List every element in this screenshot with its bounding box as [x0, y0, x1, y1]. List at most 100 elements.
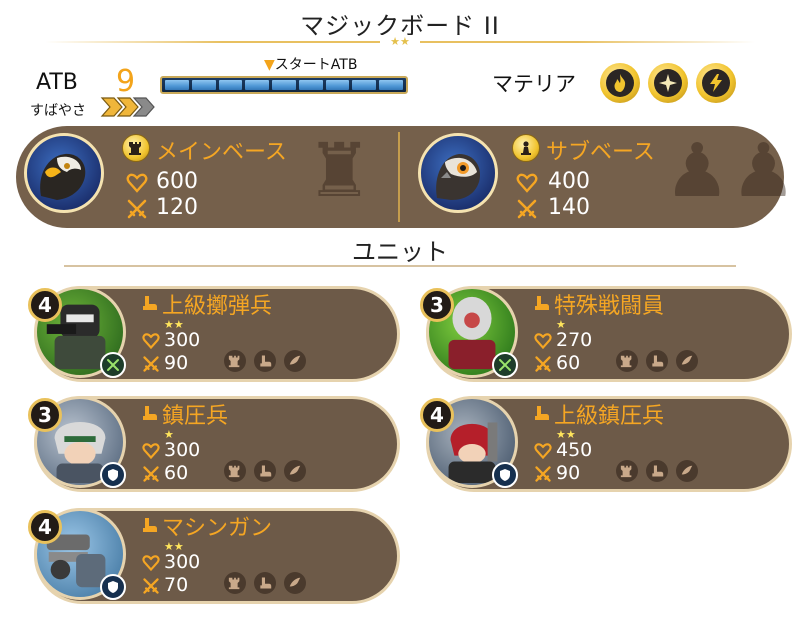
boot-icon — [535, 406, 549, 420]
heart-hp-icon — [142, 555, 160, 572]
heart-hp-icon — [142, 333, 160, 350]
unit-hp: 300 — [164, 439, 201, 461]
unit-atk: 90 — [164, 352, 189, 374]
ability-boot-icon[interactable] — [646, 460, 668, 482]
unit-level-badge: 4 — [28, 510, 62, 544]
unit-name: 鎮圧兵 — [162, 404, 229, 429]
materia-label: マテリア — [492, 72, 576, 96]
ability-wing-icon[interactable] — [284, 572, 306, 594]
ability-wing-icon[interactable] — [284, 460, 306, 482]
start-atb-marker: ▼スタートATB — [264, 57, 358, 73]
heart-hp-icon — [534, 443, 552, 460]
ability-wing-icon[interactable] — [284, 350, 306, 372]
unit-atk: 90 — [556, 462, 581, 484]
crossed-swords-icon — [143, 356, 159, 372]
ability-rook-icon[interactable] — [224, 350, 246, 372]
atb-segment — [272, 80, 296, 90]
speed-label: すばやさ — [30, 103, 86, 119]
crossed-swords-icon — [100, 352, 126, 378]
sub-base-atk: 140 — [548, 195, 590, 220]
shield-icon — [100, 574, 126, 600]
ability-boot-icon[interactable] — [254, 350, 276, 372]
boot-icon — [535, 296, 549, 310]
eagle-portrait — [40, 153, 86, 200]
units-divider — [64, 265, 736, 267]
main-base-hp: 600 — [156, 169, 198, 194]
ability-rook-icon[interactable] — [224, 572, 246, 594]
ability-boot-icon[interactable] — [646, 350, 668, 372]
materia-slot-lightning[interactable] — [696, 63, 736, 103]
ability-wing-icon[interactable] — [676, 350, 698, 372]
atb-segment — [379, 80, 404, 90]
ability-rook-icon[interactable] — [616, 460, 638, 482]
lightning-icon — [710, 74, 722, 92]
unit-level-badge: 3 — [28, 398, 62, 432]
sub-base-name: サブベース — [546, 140, 655, 165]
materia-slot-fire[interactable] — [600, 63, 640, 103]
atb-segment — [165, 80, 189, 90]
crossed-swords-icon — [143, 466, 159, 482]
atb-gauge — [160, 76, 408, 94]
main-base-atk: 120 — [156, 195, 198, 220]
star-burst-icon — [659, 74, 677, 92]
title-stars: ★★ — [380, 35, 420, 48]
boot-icon — [143, 406, 157, 420]
atb-segment — [298, 80, 323, 90]
atb-segment — [325, 80, 350, 90]
unit-atk: 60 — [164, 462, 189, 484]
materia-slot-star[interactable] — [648, 63, 688, 103]
unit-atk: 70 — [164, 574, 189, 596]
base-divider — [398, 132, 400, 222]
heart-hp-icon — [516, 173, 538, 193]
main-base-name: メインベース — [156, 140, 287, 165]
unit-level-badge: 4 — [28, 288, 62, 322]
ability-rook-icon[interactable] — [224, 460, 246, 482]
ability-rook-icon[interactable] — [616, 350, 638, 372]
unit-name: 上級擲弾兵 — [162, 294, 273, 319]
heart-hp-icon — [142, 443, 160, 460]
boot-icon — [143, 296, 157, 310]
atb-segment — [191, 80, 216, 90]
main-base-portrait[interactable] — [24, 133, 104, 213]
speed-chevrons-icon — [100, 97, 155, 117]
crossed-swords-icon — [127, 199, 147, 219]
unit-level-badge: 4 — [420, 398, 454, 432]
unit-name: 上級鎮圧兵 — [554, 404, 665, 429]
unit-name: 特殊戦闘員 — [554, 294, 665, 319]
atb-segment — [245, 80, 270, 90]
shield-icon — [100, 462, 126, 488]
unit-atk: 60 — [556, 352, 581, 374]
boot-icon — [143, 518, 157, 532]
unit-name: マシンガン — [162, 516, 273, 541]
crossed-swords-icon — [492, 352, 518, 378]
rook-watermark-icon: ♜ — [306, 128, 373, 214]
atb-segment — [352, 80, 377, 90]
rook-icon — [122, 134, 150, 162]
atb-segment — [218, 80, 243, 90]
pawn-watermark-icon: ♟♟ — [664, 128, 797, 214]
shield-icon — [492, 462, 518, 488]
heart-hp-icon — [126, 173, 148, 193]
unit-hp: 300 — [164, 329, 201, 351]
crossed-swords-icon — [535, 466, 551, 482]
start-atb-label: スタートATB — [274, 57, 358, 73]
sub-base-hp: 400 — [548, 169, 590, 194]
heart-hp-icon — [534, 333, 552, 350]
crossed-swords-icon — [517, 199, 537, 219]
sub-base-portrait[interactable] — [418, 133, 498, 213]
crossed-swords-icon — [143, 578, 159, 594]
unit-hp: 300 — [164, 551, 201, 573]
crossed-swords-icon — [535, 356, 551, 372]
ability-wing-icon[interactable] — [676, 460, 698, 482]
units-heading: ユニット — [352, 238, 448, 266]
unit-hp: 270 — [556, 329, 593, 351]
bird-portrait — [436, 154, 481, 200]
ability-boot-icon[interactable] — [254, 460, 276, 482]
unit-hp: 450 — [556, 439, 593, 461]
atb-value: 9 — [116, 64, 136, 99]
ability-boot-icon[interactable] — [254, 572, 276, 594]
unit-level-badge: 3 — [420, 288, 454, 322]
fire-icon — [614, 74, 626, 92]
pawn-icon — [512, 134, 540, 162]
atb-label: ATB — [36, 70, 78, 95]
